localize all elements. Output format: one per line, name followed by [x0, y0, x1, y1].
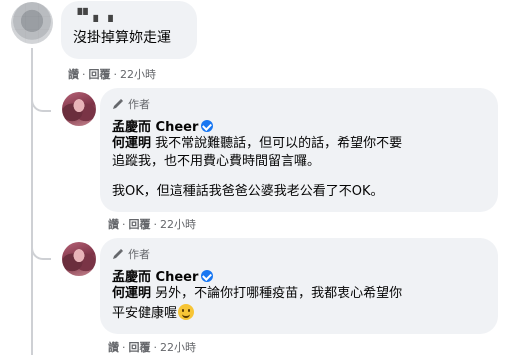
like-button[interactable]: 讚	[68, 68, 79, 81]
mention-link[interactable]: 何運明	[112, 286, 151, 301]
author-avatar[interactable]	[62, 92, 96, 126]
reply-button[interactable]: 回覆	[89, 68, 111, 81]
timestamp[interactable]: 22小時	[120, 68, 156, 81]
author-badge: 作者	[112, 246, 150, 262]
reply-bubble: 作者 孟慶而 Cheer 何運明 另外，不論你打哪種疫苗，我都衷心希望你 平安健…	[100, 238, 498, 334]
reply-text-line3: 我OK，但這種話我爸爸公婆我老公看了不OK。	[112, 184, 384, 199]
author-avatar[interactable]	[62, 242, 96, 276]
commenter-name[interactable]: ▝▘▖▗	[73, 7, 114, 24]
author-badge-label: 作者	[128, 98, 150, 111]
reply-bubble: 作者 孟慶而 Cheer 何運明 我不常說難聽話，但可以的話，希望你不要 追蹤我…	[100, 88, 498, 212]
author-name[interactable]: 孟慶而 Cheer	[112, 116, 214, 135]
author-name-text[interactable]: 孟慶而 Cheer	[112, 270, 198, 285]
mention-link[interactable]: 何運明	[112, 136, 151, 151]
pencil-icon	[113, 98, 124, 109]
reply-text-line1: 何運明 另外，不論你打哪種疫苗，我都衷心希望你	[112, 285, 402, 302]
separator: ·	[82, 68, 86, 81]
thread-branch-1	[31, 86, 51, 112]
reply-text: 我不常說難聽話，但可以的話，希望你不要	[155, 136, 403, 151]
reply-text-line1: 何運明 我不常說難聽話，但可以的話，希望你不要	[112, 135, 402, 152]
reply-text: 另外，不論你打哪種疫苗，我都衷心希望你	[155, 286, 403, 301]
thread-branch-2	[31, 234, 51, 260]
smile-emoji-icon	[178, 304, 195, 320]
reply-button[interactable]: 回覆	[129, 341, 151, 354]
author-name-text[interactable]: 孟慶而 Cheer	[112, 120, 198, 135]
reply-actions: 讚 · 回覆 · 22小時	[108, 216, 196, 232]
pencil-icon	[113, 248, 124, 259]
separator: ·	[153, 341, 158, 354]
verified-badge-icon	[201, 270, 214, 282]
comment-actions: 讚 · 回覆 · 22小時	[68, 66, 156, 82]
separator: ·	[153, 218, 158, 231]
comment-bubble: ▝▘▖▗ 沒掛掉算妳走運	[61, 1, 197, 59]
reply-text-line2: 平安健康喔	[112, 304, 195, 322]
author-name[interactable]: 孟慶而 Cheer	[112, 266, 214, 285]
comment-text: 沒掛掉算妳走運	[73, 30, 171, 46]
like-button[interactable]: 讚	[108, 218, 119, 231]
separator: ·	[122, 341, 126, 354]
like-button[interactable]: 讚	[108, 341, 119, 354]
timestamp[interactable]: 22小時	[160, 341, 196, 354]
reply-text-line2: 追蹤我，也不用費心費時間留言囉。	[112, 154, 321, 169]
commenter-avatar[interactable]	[11, 2, 53, 44]
reply-actions: 讚 · 回覆 · 22小時	[108, 339, 196, 355]
verified-badge-icon	[201, 120, 214, 132]
reply-text: 平安健康喔	[112, 306, 178, 321]
separator: ·	[113, 68, 118, 81]
author-badge-label: 作者	[128, 248, 150, 261]
timestamp[interactable]: 22小時	[160, 218, 196, 231]
reply-button[interactable]: 回覆	[129, 218, 151, 231]
author-badge: 作者	[112, 96, 150, 112]
separator: ·	[122, 218, 126, 231]
